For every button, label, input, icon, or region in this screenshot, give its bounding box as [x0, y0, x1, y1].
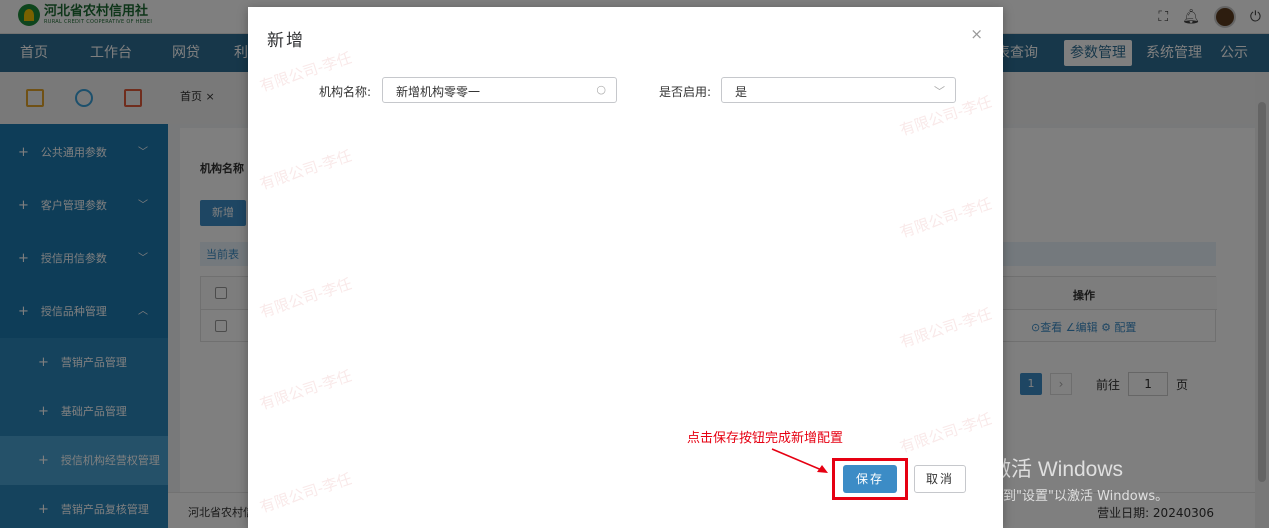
add-dialog: 新增 × 机构名称: 新增机构零零一 ○ 是否启用: 是 ﹀ 点击保存按钮完成新…: [248, 7, 1003, 528]
enabled-value: 是: [735, 85, 748, 99]
watermark: 有限公司-李任: [257, 366, 355, 414]
save-button[interactable]: 保存: [843, 465, 897, 493]
enabled-select[interactable]: 是 ﹀: [721, 77, 956, 103]
chevron-down-icon: ﹀: [934, 85, 945, 98]
annotation-arrow-icon: [771, 448, 828, 473]
watermark: 有限公司-李任: [897, 304, 995, 352]
instruction-annotation: 点击保存按钮完成新增配置: [687, 431, 844, 446]
search-icon: ○: [596, 83, 606, 96]
org-name-value: 新增机构零零一: [396, 85, 481, 99]
watermark: 有限公司-李任: [257, 146, 355, 194]
dialog-title: 新增: [267, 31, 305, 51]
watermark: 有限公司-李任: [897, 409, 995, 457]
watermark: 有限公司-李任: [257, 274, 355, 322]
watermark: 有限公司-李任: [257, 469, 355, 517]
org-name-input[interactable]: 新增机构零零一 ○: [382, 77, 617, 103]
windows-activation-notice: 激活 Windows 转到"设置"以激活 Windows。: [990, 458, 1169, 504]
close-icon[interactable]: ×: [970, 25, 983, 43]
org-name-label: 机构名称:: [319, 85, 372, 99]
cancel-button[interactable]: 取消: [914, 465, 966, 493]
enabled-label: 是否启用:: [659, 85, 712, 99]
watermark: 有限公司-李任: [897, 194, 995, 242]
